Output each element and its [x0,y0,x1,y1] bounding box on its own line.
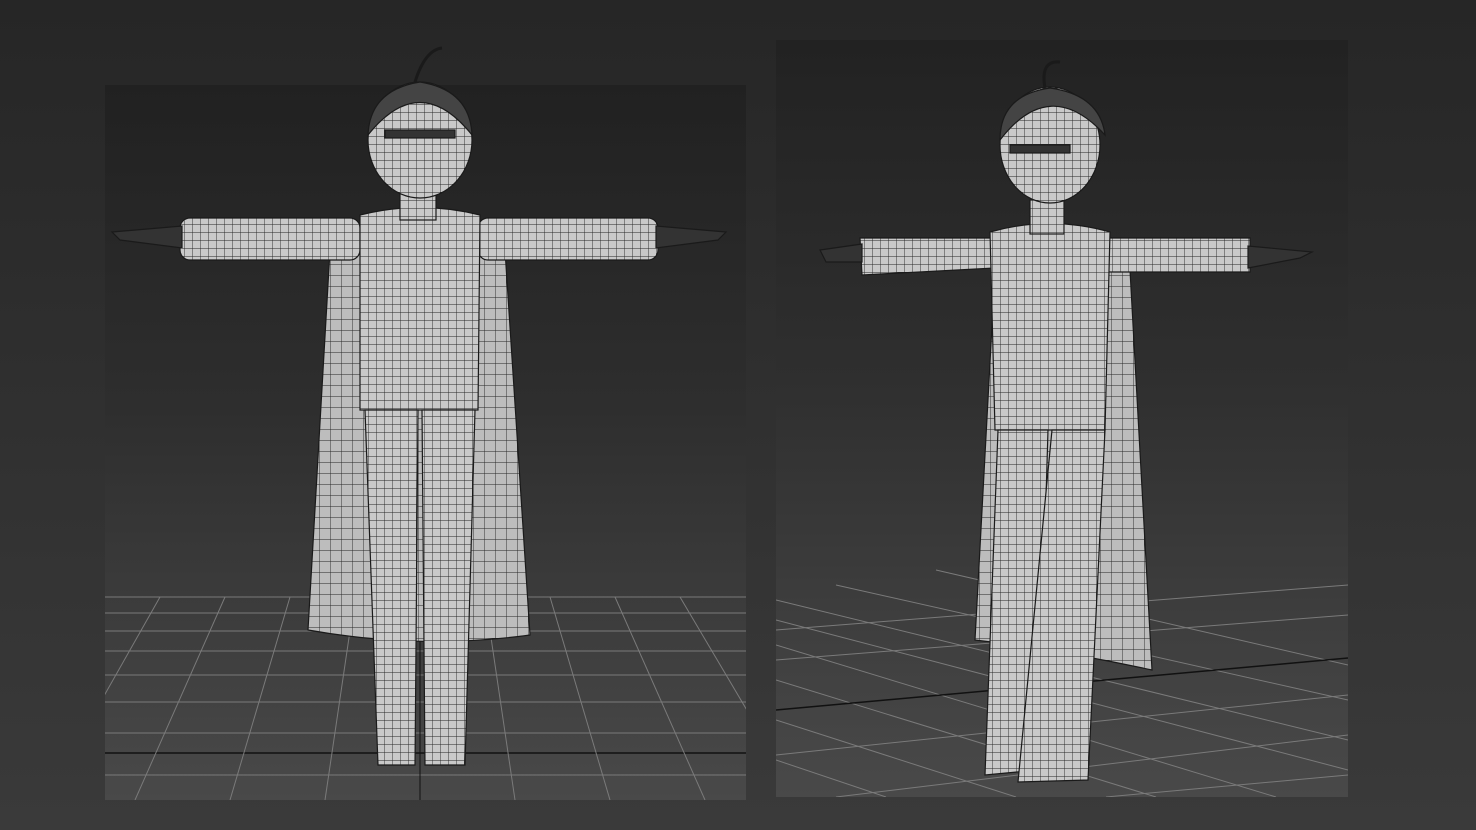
perspective-character [819,60,1315,783]
neck [1029,199,1065,235]
right-leg [421,409,476,766]
torso [359,206,481,411]
left-arm [859,237,996,276]
character-models [110,46,1315,783]
right-arm [477,217,659,261]
left-leg [364,409,419,766]
torso [989,222,1111,431]
front-character [110,46,728,766]
left-arm [179,217,361,261]
right-arm [1104,237,1251,273]
